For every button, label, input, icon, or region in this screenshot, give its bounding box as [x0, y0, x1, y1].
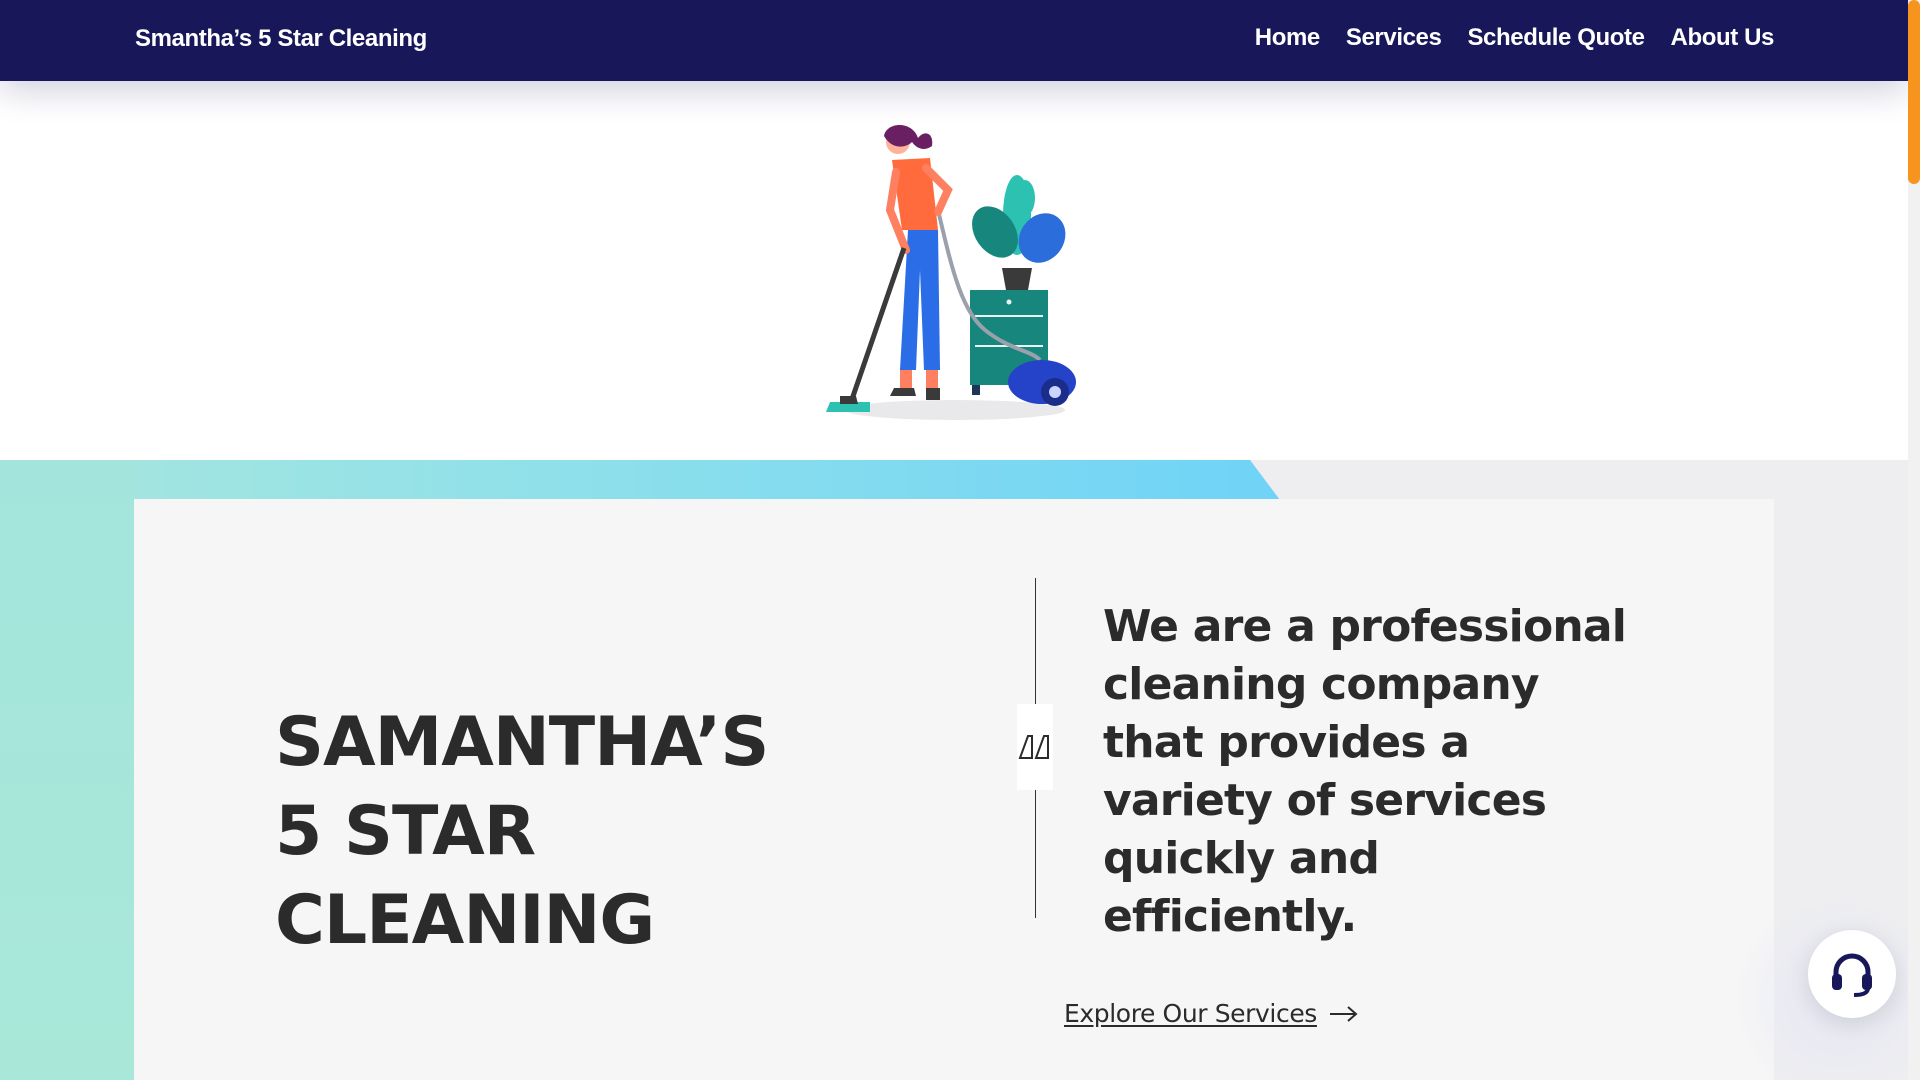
- quote-mark-icon: [1017, 704, 1053, 790]
- page: Smantha’s 5 Star Cleaning Home Services …: [0, 0, 1920, 1080]
- company-description: We are a professional cleaning company t…: [1103, 601, 1627, 942]
- explore-services-label: Explore Our Services: [1064, 999, 1317, 1028]
- scrollbar-thumb[interactable]: [1908, 0, 1920, 184]
- site-header: Smantha’s 5 Star Cleaning Home Services …: [0, 0, 1908, 81]
- headset-icon: [1832, 953, 1872, 997]
- arrow-right-icon: [1329, 1005, 1358, 1022]
- nav-about-us[interactable]: About Us: [1671, 24, 1775, 52]
- woman-vacuuming-illustration: [820, 120, 1090, 420]
- hero-title-line-2: 5 STAR: [275, 792, 536, 871]
- brand-logo-link[interactable]: Smantha’s 5 Star Cleaning: [135, 25, 427, 53]
- nav-home[interactable]: Home: [1255, 24, 1320, 52]
- hero-title-line-1: SAMANTHA’S: [275, 703, 769, 782]
- support-chat-button[interactable]: [1808, 930, 1896, 1018]
- hero-title-line-3: CLEANING: [275, 881, 655, 960]
- scrollbar[interactable]: [1908, 0, 1920, 1080]
- hero-title: SAMANTHA’S 5 STAR CLEANING: [275, 698, 795, 965]
- nav-schedule-quote[interactable]: Schedule Quote: [1467, 24, 1645, 52]
- explore-services-link[interactable]: Explore Our Services: [1064, 999, 1359, 1028]
- main-nav: Home Services Schedule Quote About Us: [1255, 24, 1775, 52]
- nav-services[interactable]: Services: [1346, 24, 1442, 52]
- intro-band-left-gradient: [0, 460, 134, 1080]
